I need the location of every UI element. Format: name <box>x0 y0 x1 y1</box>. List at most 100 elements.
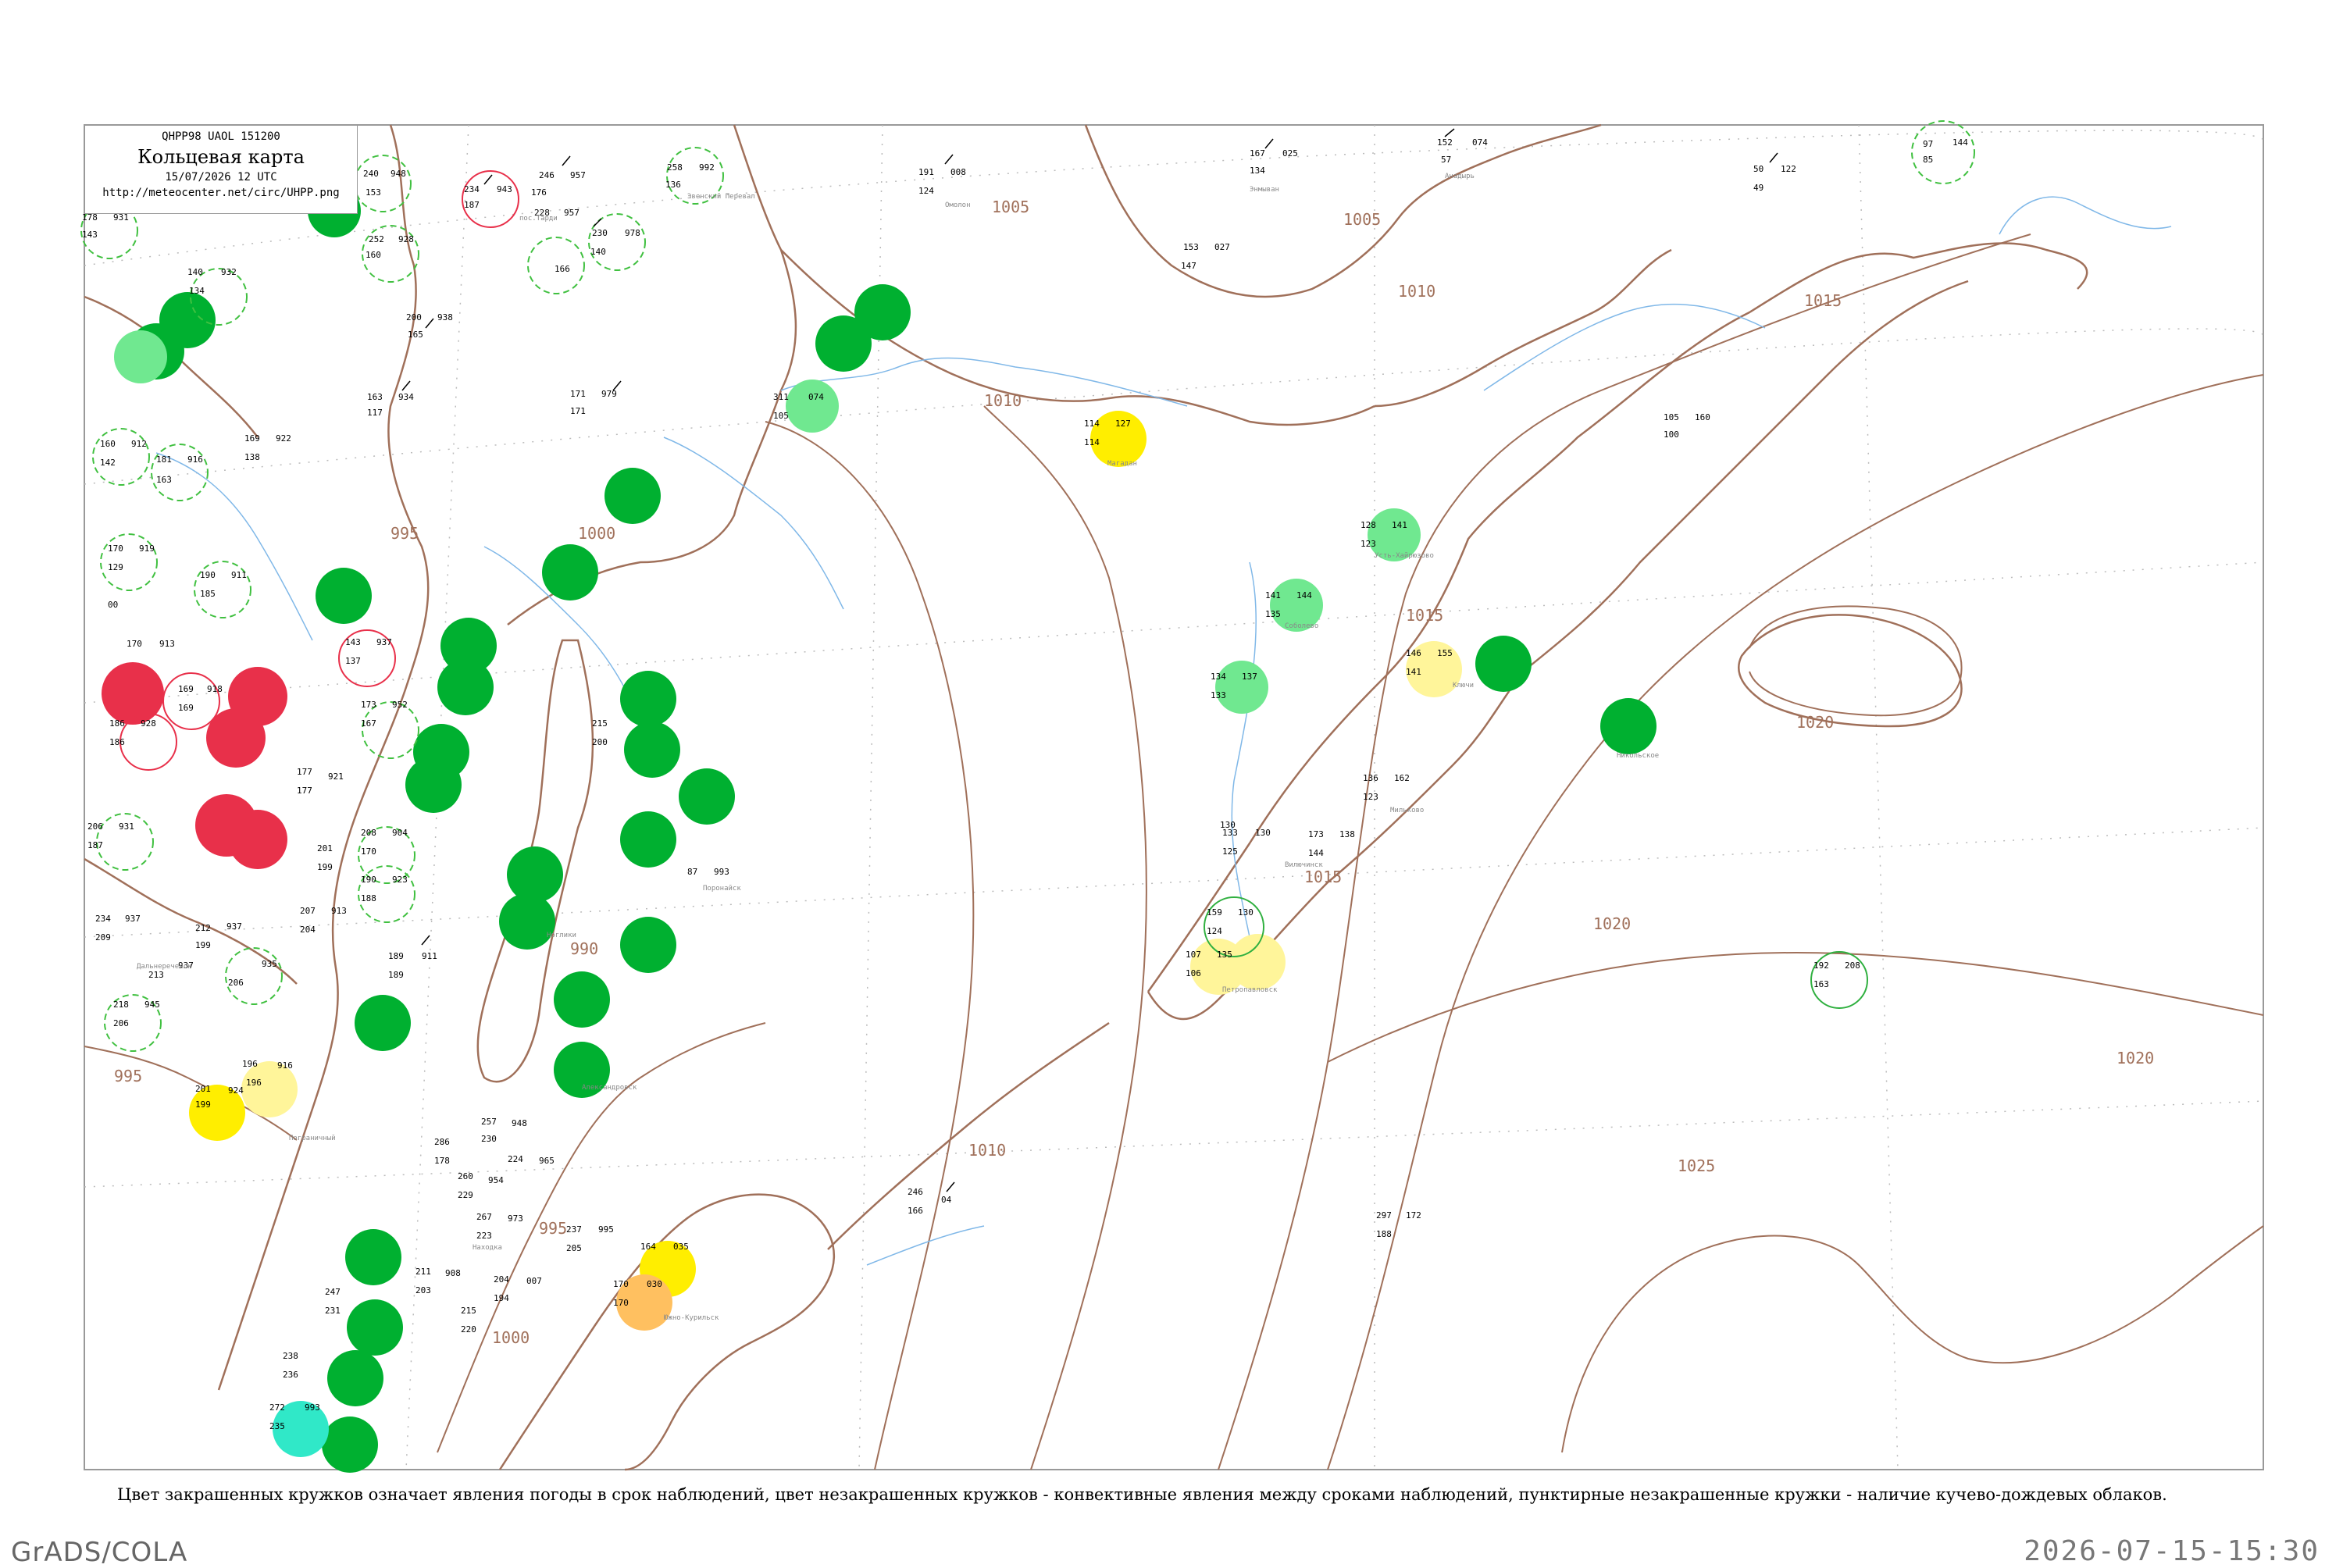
station-marker <box>507 846 563 903</box>
isobar-label: 1015 <box>1304 868 1342 886</box>
svg-text:124: 124 <box>1207 926 1222 936</box>
svg-text:170: 170 <box>613 1279 629 1289</box>
weather-map: 995 1000 995 1005 1005 1010 1010 1015 10… <box>80 120 2264 1473</box>
svg-text:127: 127 <box>1115 419 1131 429</box>
svg-text:246: 246 <box>908 1187 923 1197</box>
svg-text:165: 165 <box>408 330 423 340</box>
svg-text:114: 114 <box>1084 437 1100 447</box>
svg-text:пос.Тарди: пос.Тарди <box>519 215 558 223</box>
svg-text:166: 166 <box>555 264 570 274</box>
station-marker <box>620 811 676 868</box>
svg-text:923: 923 <box>392 875 408 885</box>
svg-text:Дальнереченск: Дальнереченск <box>137 963 192 971</box>
isobar-label: 1020 <box>1796 713 1834 732</box>
svg-text:272: 272 <box>269 1402 285 1413</box>
svg-text:141: 141 <box>1406 667 1421 677</box>
svg-text:155: 155 <box>1437 648 1453 658</box>
svg-text:87: 87 <box>687 867 697 877</box>
svg-text:49: 49 <box>1753 183 1763 193</box>
map-title-box: QHPP98 UAOL 151200 Кольцевая карта 15/07… <box>84 125 358 214</box>
svg-text:146: 146 <box>1406 648 1421 658</box>
svg-text:105: 105 <box>1664 412 1679 422</box>
station-marker <box>499 893 555 950</box>
svg-text:928: 928 <box>141 718 156 729</box>
svg-text:163: 163 <box>367 392 383 402</box>
isobar-label: 990 <box>570 939 598 958</box>
svg-text:224: 224 <box>508 1154 523 1164</box>
svg-text:147: 147 <box>1181 261 1196 271</box>
station-marker <box>1215 661 1268 714</box>
svg-text:027: 027 <box>1214 242 1230 252</box>
isobar-label: 995 <box>539 1219 567 1238</box>
svg-text:Южно-Курильск: Южно-Курильск <box>664 1314 719 1322</box>
svg-text:921: 921 <box>328 772 344 782</box>
svg-text:311: 311 <box>773 392 789 402</box>
svg-text:218: 218 <box>113 1000 129 1010</box>
svg-text:135: 135 <box>1217 950 1232 960</box>
svg-text:954: 954 <box>488 1175 504 1185</box>
station-marker <box>554 971 610 1028</box>
svg-text:170: 170 <box>613 1298 629 1308</box>
station-marker <box>620 671 676 727</box>
svg-text:136: 136 <box>1363 773 1378 783</box>
station-marker <box>327 1350 383 1406</box>
svg-text:190: 190 <box>361 875 376 885</box>
map-date: 15/07/2026 12 UTC <box>165 171 277 184</box>
svg-text:Поронайск: Поронайск <box>703 885 741 893</box>
svg-text:965: 965 <box>539 1156 555 1166</box>
station-marker <box>604 468 661 524</box>
svg-text:913: 913 <box>331 906 347 916</box>
isobar-label: 1010 <box>1398 282 1435 301</box>
svg-text:169: 169 <box>178 703 194 713</box>
svg-text:916: 916 <box>277 1060 293 1071</box>
svg-text:Петропавловск: Петропавловск <box>1222 986 1278 994</box>
station-marker <box>437 659 494 715</box>
svg-text:201: 201 <box>317 843 333 853</box>
isobar-label: 1005 <box>992 198 1029 216</box>
svg-text:904: 904 <box>392 828 408 838</box>
map-title: Кольцевая карта <box>137 146 305 168</box>
svg-text:170: 170 <box>127 639 142 649</box>
svg-text:952: 952 <box>392 700 408 710</box>
svg-text:130: 130 <box>1238 907 1254 918</box>
svg-text:153: 153 <box>1183 242 1199 252</box>
station-marker <box>228 810 287 869</box>
svg-text:030: 030 <box>647 1279 662 1289</box>
svg-text:117: 117 <box>367 408 383 418</box>
svg-text:235: 235 <box>269 1421 285 1431</box>
svg-text:973: 973 <box>508 1213 523 1224</box>
svg-text:209: 209 <box>95 932 111 943</box>
svg-text:008: 008 <box>950 167 966 177</box>
svg-text:135: 135 <box>1265 609 1281 619</box>
svg-text:206: 206 <box>228 978 244 988</box>
svg-text:208: 208 <box>361 828 376 838</box>
svg-text:186: 186 <box>109 718 125 729</box>
svg-text:957: 957 <box>570 170 586 180</box>
svg-text:136: 136 <box>665 180 681 190</box>
svg-text:106: 106 <box>1186 968 1201 978</box>
svg-text:137: 137 <box>345 656 361 666</box>
svg-text:246: 246 <box>539 170 555 180</box>
svg-text:Мильково: Мильково <box>1390 807 1424 814</box>
svg-text:229: 229 <box>458 1190 473 1200</box>
svg-text:160: 160 <box>100 439 116 449</box>
svg-text:159: 159 <box>1207 907 1222 918</box>
svg-text:928: 928 <box>398 234 414 244</box>
svg-text:922: 922 <box>276 433 291 444</box>
svg-text:932: 932 <box>221 267 237 277</box>
svg-text:223: 223 <box>476 1231 492 1241</box>
svg-text:122: 122 <box>1781 164 1796 174</box>
svg-text:919: 919 <box>139 543 155 554</box>
svg-text:993: 993 <box>714 867 729 877</box>
svg-text:211: 211 <box>415 1267 431 1277</box>
svg-text:007: 007 <box>526 1276 542 1286</box>
svg-text:164: 164 <box>640 1242 656 1252</box>
svg-text:100: 100 <box>1664 429 1679 440</box>
svg-text:Магадан: Магадан <box>1107 460 1137 468</box>
svg-text:134: 134 <box>189 286 205 296</box>
svg-text:258: 258 <box>667 162 683 173</box>
isobar-label: 1010 <box>984 391 1022 410</box>
svg-text:163: 163 <box>1813 979 1829 989</box>
svg-text:141: 141 <box>1392 520 1407 530</box>
svg-text:Энмыван: Энмыван <box>1250 186 1279 194</box>
